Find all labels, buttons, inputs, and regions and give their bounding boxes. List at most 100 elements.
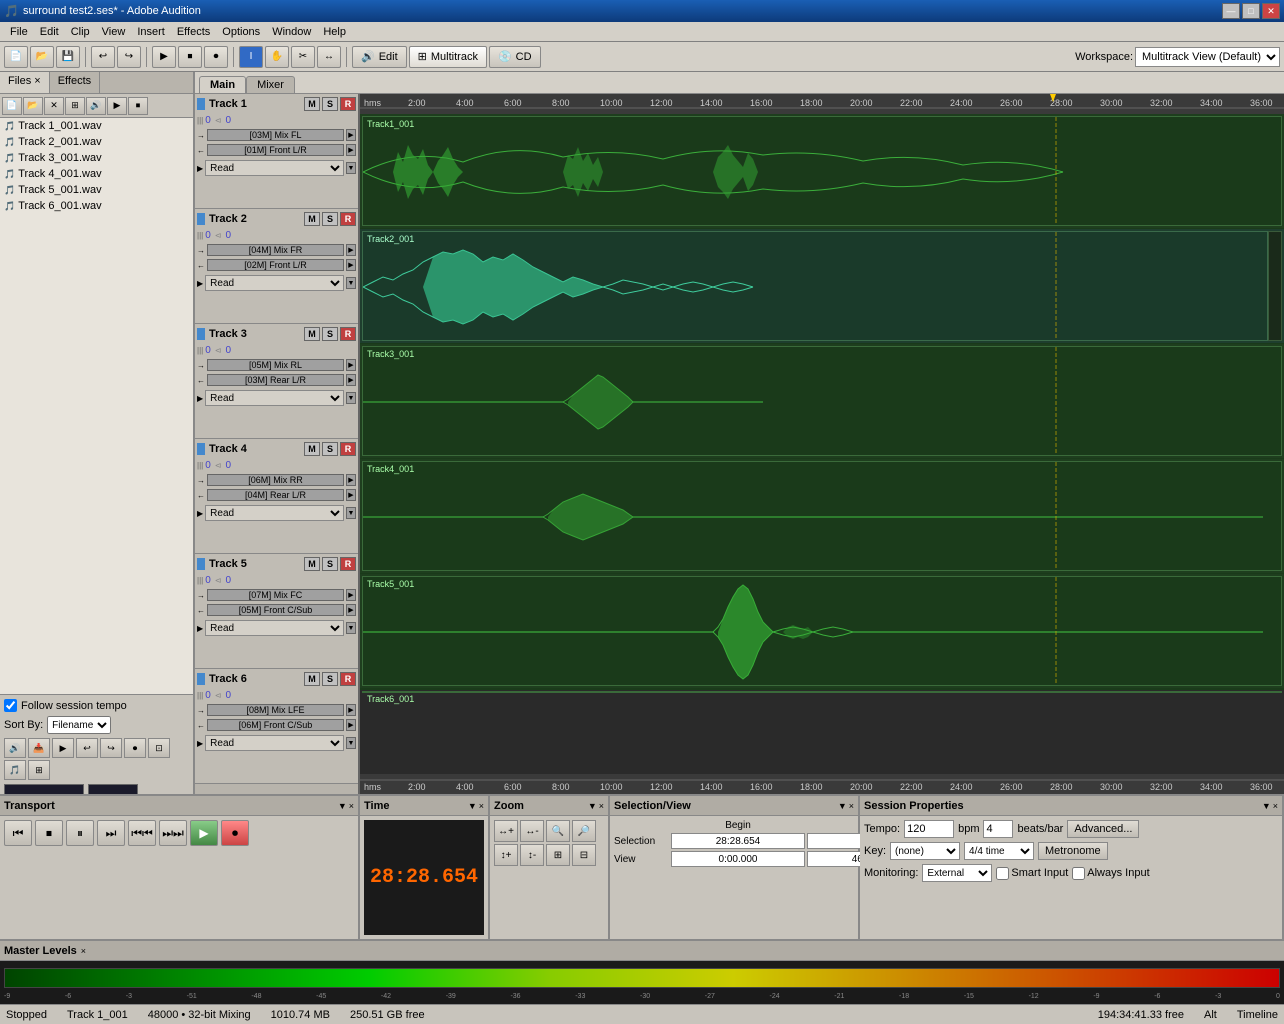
zoom-out[interactable]: 🔎: [572, 820, 596, 842]
track-3-route-out-expand[interactable]: ▶: [346, 359, 356, 371]
track-5-solo[interactable]: S: [322, 557, 338, 571]
toolbar-save[interactable]: 💾: [56, 46, 80, 68]
zoom-out-v[interactable]: ↕-: [520, 844, 544, 866]
track-6-solo[interactable]: S: [322, 672, 338, 686]
workspace-select[interactable]: Multitrack View (Default): [1135, 47, 1280, 67]
beats-input[interactable]: [983, 820, 1013, 838]
zoom-in-v[interactable]: ↕+: [494, 844, 518, 866]
maximize-button[interactable]: □: [1242, 3, 1260, 19]
track-1-waveform[interactable]: Track1_001: [360, 114, 1284, 229]
toolbar-stop[interactable]: ⏹: [178, 46, 202, 68]
menu-effects[interactable]: Effects: [171, 24, 216, 40]
waveform-tracks[interactable]: Track1_001: [360, 114, 1284, 774]
track-4-route-in[interactable]: [04M] Rear L/R: [207, 489, 344, 501]
session-close[interactable]: ×: [1273, 801, 1278, 811]
track-3-expand[interactable]: ▶: [197, 394, 203, 403]
track-2-solo[interactable]: S: [322, 212, 338, 226]
menu-insert[interactable]: Insert: [131, 24, 171, 40]
transport-to-start[interactable]: ⏮: [4, 820, 32, 846]
monitoring-select[interactable]: External: [922, 864, 992, 882]
panel-tool-4[interactable]: ⊞: [65, 97, 85, 115]
track-4-solo[interactable]: S: [322, 442, 338, 456]
tempo-input[interactable]: [904, 820, 954, 838]
track-6-route-out[interactable]: [08M] Mix LFE: [207, 704, 344, 716]
track-2-route-out-expand[interactable]: ▶: [346, 244, 356, 256]
track-3-read[interactable]: Read: [205, 390, 344, 406]
sort-by-select[interactable]: Filename: [47, 716, 111, 734]
toolbar-tab-cd[interactable]: 💿 CD: [489, 46, 541, 68]
panel-tool-7[interactable]: ⏹: [128, 97, 148, 115]
file-item[interactable]: 🎵Track 3_001.wav: [0, 150, 193, 166]
toolbar-play[interactable]: ▶: [152, 46, 176, 68]
track-5-route-in[interactable]: [05M] Front C/Sub: [207, 604, 344, 616]
zoom-close[interactable]: ×: [599, 801, 604, 811]
zoom-in[interactable]: 🔍: [546, 820, 570, 842]
transport-expand[interactable]: ▼: [338, 801, 347, 811]
menu-options[interactable]: Options: [216, 24, 266, 40]
transport-to-end[interactable]: ⏭: [97, 820, 125, 846]
track-4-read[interactable]: Read: [205, 505, 344, 521]
menu-view[interactable]: View: [96, 24, 132, 40]
track-5-route-in-expand[interactable]: ▶: [346, 604, 356, 616]
track-2-route-in[interactable]: [02M] Front L/R: [207, 259, 344, 271]
track-3-mute[interactable]: M: [304, 327, 320, 341]
pb-btn-6[interactable]: ⏺: [124, 738, 146, 758]
file-item[interactable]: 🎵Track 2_001.wav: [0, 134, 193, 150]
track-6-record[interactable]: R: [340, 672, 356, 686]
track-5-record[interactable]: R: [340, 557, 356, 571]
track-6-route-out-expand[interactable]: ▶: [346, 704, 356, 716]
transport-pause[interactable]: ⏸: [66, 820, 94, 846]
track-5-waveform[interactable]: Track5_001: [360, 574, 1284, 689]
panel-tab-effects[interactable]: Effects: [50, 72, 100, 93]
menu-file[interactable]: File: [4, 24, 34, 40]
selection-close[interactable]: ×: [849, 801, 854, 811]
pb-btn-4[interactable]: ↩: [76, 738, 98, 758]
track-1-read[interactable]: Read: [205, 160, 344, 176]
pb-btn-9[interactable]: ⊞: [28, 760, 50, 780]
track-2-read-expand[interactable]: ▼: [346, 277, 356, 289]
zoom-out-h[interactable]: ↔-: [520, 820, 544, 842]
track-3-route-out[interactable]: [05M] Mix RL: [207, 359, 344, 371]
track-2-route-in-expand[interactable]: ▶: [346, 259, 356, 271]
track-4-expand[interactable]: ▶: [197, 509, 203, 518]
zoom-expand[interactable]: ▼: [588, 801, 597, 811]
advanced-button[interactable]: Advanced...: [1067, 820, 1139, 838]
track-2-expand[interactable]: ▶: [197, 279, 203, 288]
track-1-route-out-expand[interactable]: ▶: [346, 129, 356, 141]
track-5-expand[interactable]: ▶: [197, 624, 203, 633]
track-4-route-in-expand[interactable]: ▶: [346, 489, 356, 501]
tab-mixer[interactable]: Mixer: [246, 76, 295, 93]
track-4-record[interactable]: R: [340, 442, 356, 456]
track-6-waveform[interactable]: Track6_001: [360, 689, 1284, 690]
zoom-in-h[interactable]: ↔+: [494, 820, 518, 842]
zoom-fit-h[interactable]: ⊞: [546, 844, 570, 866]
toolbar-open[interactable]: 📂: [30, 46, 54, 68]
follow-tempo-checkbox[interactable]: [4, 699, 17, 712]
track-5-route-out[interactable]: [07M] Mix FC: [207, 589, 344, 601]
track-2-record[interactable]: R: [340, 212, 356, 226]
track-3-waveform[interactable]: Track3_001: [360, 344, 1284, 459]
menu-clip[interactable]: Clip: [65, 24, 96, 40]
track-6-route-in-expand[interactable]: ▶: [346, 719, 356, 731]
key-select[interactable]: (none): [890, 842, 960, 860]
always-input-checkbox[interactable]: [1072, 867, 1085, 880]
track-1-mute[interactable]: M: [304, 97, 320, 111]
track-6-mute[interactable]: M: [304, 672, 320, 686]
file-item[interactable]: 🎵Track 4_001.wav: [0, 166, 193, 182]
panel-tab-files[interactable]: Files ×: [0, 72, 50, 93]
pb-btn-5[interactable]: ↪: [100, 738, 122, 758]
zoom-fit-v[interactable]: ⊟: [572, 844, 596, 866]
panel-tool-6[interactable]: ▶: [107, 97, 127, 115]
minimize-button[interactable]: —: [1222, 3, 1240, 19]
pb-btn-1[interactable]: 🔊: [4, 738, 26, 758]
transport-stop[interactable]: ⏹: [35, 820, 63, 846]
time-expand[interactable]: ▼: [468, 801, 477, 811]
track-4-mute[interactable]: M: [304, 442, 320, 456]
selection-expand[interactable]: ▼: [838, 801, 847, 811]
time-sig-select[interactable]: 4/4 time: [964, 842, 1034, 860]
panel-tool-1[interactable]: 📄: [2, 97, 22, 115]
toolbar-record[interactable]: ⏺: [204, 46, 228, 68]
pb-btn-7[interactable]: ⊡: [148, 738, 170, 758]
track-4-route-out-expand[interactable]: ▶: [346, 474, 356, 486]
track-2-route-out[interactable]: [04M] Mix FR: [207, 244, 344, 256]
